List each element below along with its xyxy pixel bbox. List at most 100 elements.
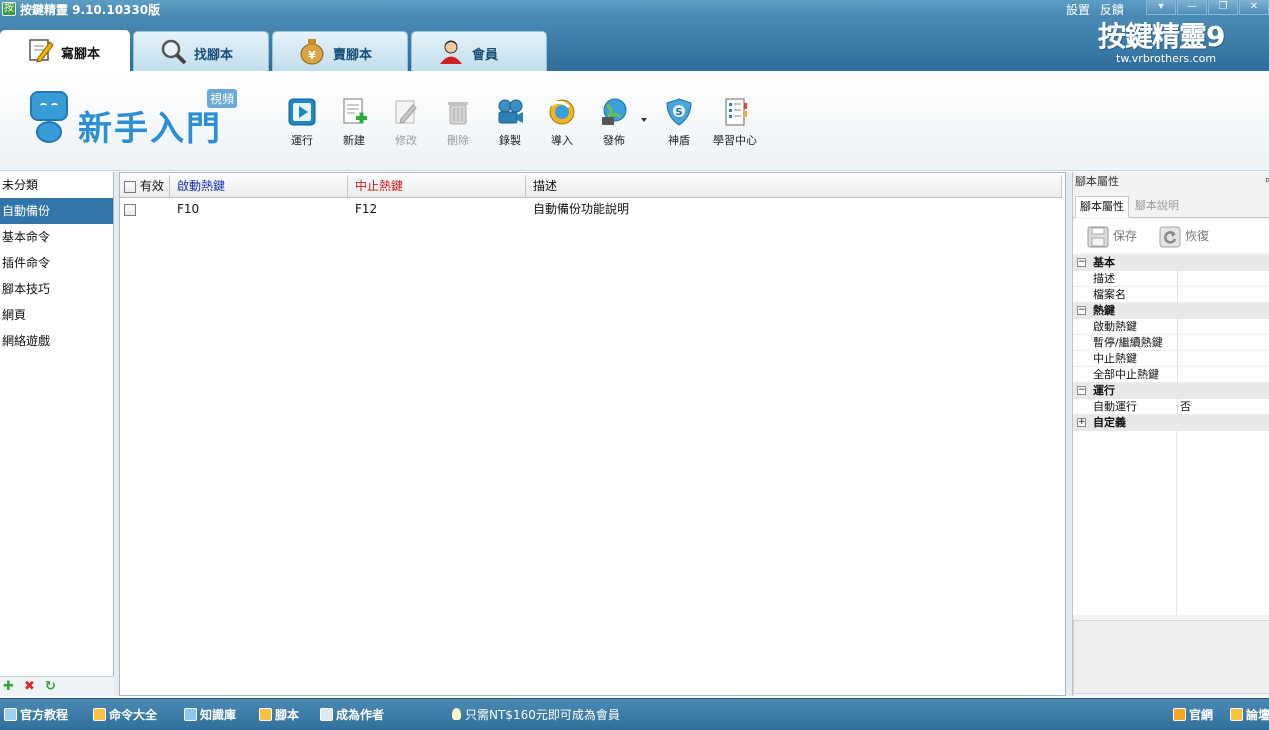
official-site-link[interactable]: 官網 [1173, 707, 1213, 723]
video-badge: 視頻 [207, 89, 238, 108]
feedback-link[interactable]: 反饋 [1100, 3, 1124, 17]
new-button[interactable]: 新建 [332, 97, 376, 149]
script-icon [259, 708, 272, 721]
learning-center-button[interactable]: 學習中心 [713, 97, 757, 149]
command-reference-link[interactable]: 命令大全 [93, 707, 157, 723]
refresh-icon[interactable]: ↻ [45, 680, 56, 693]
category-item[interactable]: 未分類 [0, 172, 113, 198]
table-row[interactable]: F10 F12 自動備份功能說明 [120, 198, 1062, 220]
property-name: 暫停/繼續熱鍵 [1093, 336, 1163, 349]
category-item[interactable]: 網絡遊戲 [0, 328, 113, 354]
properties-panel: 腳本屬性 ᵖ 腳本屬性 腳本說明 保存 恢復 − 基本 描述 檔案名 − 熱鍵 [1072, 172, 1269, 696]
membership-promo[interactable]: 只需NT$160元即可成為會員 [452, 707, 620, 723]
maximize-button[interactable]: ❐ [1208, 0, 1238, 15]
collapse-toggle[interactable]: − [1077, 306, 1086, 315]
publish-button[interactable]: 發佈 [592, 97, 636, 149]
newbie-guide-banner[interactable]: 新手入門 視頻 [24, 87, 244, 151]
property-start-hotkey[interactable]: 啟動熱鍵 [1073, 319, 1269, 335]
learning-center-label: 學習中心 [713, 134, 757, 147]
property-stop-hotkey[interactable]: 中止熱鍵 [1073, 351, 1269, 367]
collapse-toggle[interactable]: − [1077, 386, 1086, 395]
panel-title-text: 腳本屬性 [1075, 175, 1119, 188]
user-avatar-icon [437, 37, 465, 65]
delete-label: 刪除 [447, 134, 469, 147]
run-button[interactable]: 運行 [280, 97, 324, 149]
group-hotkeys[interactable]: − 熱鍵 [1073, 303, 1269, 319]
property-value[interactable] [1177, 271, 1269, 287]
forum-link[interactable]: 論壇 [1230, 707, 1269, 723]
select-all-checkbox[interactable] [124, 180, 136, 193]
property-value[interactable]: 否 [1177, 399, 1269, 415]
official-tutorial-link[interactable]: 官方教程 [4, 707, 68, 723]
row-valid-checkbox[interactable] [124, 203, 136, 216]
column-stop-hotkey[interactable]: 中止熱鍵 [349, 175, 526, 197]
group-run[interactable]: − 運行 [1073, 383, 1269, 399]
property-auto-run[interactable]: 自動運行 否 [1073, 399, 1269, 415]
promo-text: 只需NT$160元即可成為會員 [465, 708, 620, 722]
import-button[interactable]: 導入 [540, 97, 584, 149]
tab-write-script[interactable]: 寫腳本 [0, 30, 130, 71]
category-item[interactable]: 插件命令 [0, 250, 113, 276]
brand-logo: 按鍵精靈9 tw.vrbrothers.com [1098, 20, 1225, 65]
category-item[interactable]: 腳本技巧 [0, 276, 113, 302]
property-value[interactable] [1177, 367, 1269, 383]
tab-sell-script[interactable]: ¥ 賣腳本 [272, 31, 408, 71]
property-pause-hotkey[interactable]: 暫停/繼續熱鍵 [1073, 335, 1269, 351]
group-custom[interactable]: + 自定義 [1073, 415, 1269, 431]
restore-button[interactable]: 恢復 [1159, 223, 1209, 249]
category-item[interactable]: 基本命令 [0, 224, 113, 250]
property-filename[interactable]: 檔案名 [1073, 287, 1269, 303]
record-button[interactable]: 錄製 [488, 97, 532, 149]
pencil-note-icon [26, 36, 54, 64]
menu-dropdown-button[interactable]: ▾ [1146, 0, 1176, 15]
run-label: 運行 [291, 134, 313, 147]
tab-find-script[interactable]: 找腳本 [133, 31, 269, 71]
tab-script-description[interactable]: 腳本說明 [1131, 196, 1183, 218]
save-button[interactable]: 保存 [1087, 223, 1137, 249]
category-item[interactable]: 網頁 [0, 302, 113, 328]
property-grid-divider [1176, 431, 1177, 615]
shield-icon: S [664, 97, 694, 127]
edit-button[interactable]: 修改 [384, 97, 428, 149]
title-links: 設置 反饋 [1066, 1, 1130, 18]
shield-button[interactable]: S 神盾 [657, 97, 701, 149]
collapse-toggle[interactable]: − [1077, 258, 1086, 267]
settings-link[interactable]: 設置 [1066, 3, 1090, 17]
group-name: 基本 [1093, 256, 1115, 269]
expand-toggle[interactable]: + [1077, 418, 1086, 427]
tab-script-properties[interactable]: 腳本屬性 [1075, 196, 1129, 218]
edit-label: 修改 [395, 134, 417, 147]
property-value[interactable] [1177, 351, 1269, 367]
publish-dropdown-icon[interactable] [641, 118, 647, 122]
become-author-link[interactable]: 成為作者 [320, 707, 384, 723]
column-valid[interactable]: 有效 [120, 175, 170, 197]
forum-icon [1230, 708, 1243, 721]
group-basic[interactable]: − 基本 [1073, 255, 1269, 271]
property-name: 中止熱鍵 [1093, 352, 1137, 365]
property-value[interactable] [1177, 335, 1269, 351]
bottom-bar: 官方教程 命令大全 知識庫 腳本 成為作者 只需NT$160元即可成為會員 官網… [0, 698, 1269, 730]
run-icon [287, 97, 317, 127]
column-description[interactable]: 描述 [527, 175, 1062, 197]
shield-label: 神盾 [668, 134, 690, 147]
edit-icon [391, 97, 421, 127]
minimize-button[interactable]: — [1177, 0, 1207, 15]
delete-button[interactable]: 刪除 [436, 97, 480, 149]
scripts-link[interactable]: 腳本 [259, 707, 299, 723]
property-description[interactable]: 描述 [1073, 271, 1269, 287]
property-stop-all-hotkey[interactable]: 全部中止熱鍵 [1073, 367, 1269, 383]
brand-name: 按鍵精靈9 [1098, 20, 1225, 53]
add-icon[interactable]: ✚ [3, 680, 14, 693]
category-item-selected[interactable]: 自動備份 [0, 198, 113, 224]
property-value[interactable] [1177, 319, 1269, 335]
tab-member[interactable]: 會員 [411, 31, 547, 71]
close-button[interactable]: ✕ [1239, 0, 1269, 15]
pin-icon[interactable]: ᵖ [1265, 172, 1269, 192]
knowledge-icon [184, 708, 197, 721]
robot-mascot-icon [30, 91, 68, 121]
become-author-label: 成為作者 [336, 708, 385, 722]
delete-icon[interactable]: ✖ [24, 680, 35, 693]
property-value[interactable] [1177, 287, 1269, 303]
knowledge-base-link[interactable]: 知識庫 [184, 707, 236, 723]
column-start-hotkey[interactable]: 啟動熱鍵 [171, 175, 348, 197]
